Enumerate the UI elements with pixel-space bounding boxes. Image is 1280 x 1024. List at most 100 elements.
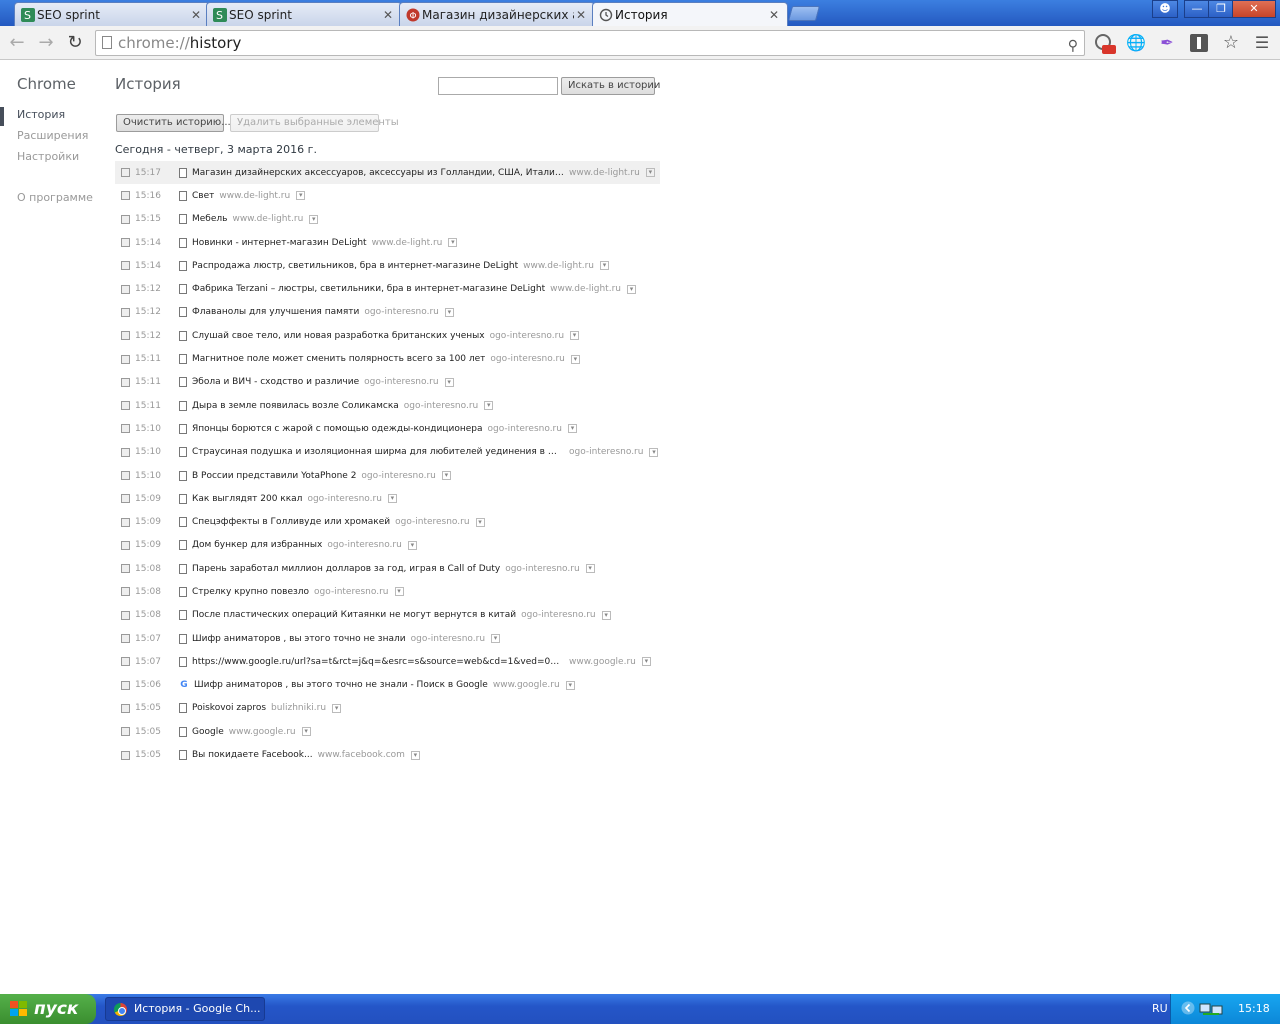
close-icon[interactable]: ✕: [381, 8, 395, 22]
feather-icon[interactable]: ✒: [1157, 33, 1177, 53]
entry-checkbox[interactable]: [121, 587, 130, 597]
entry-title-link[interactable]: Шифр аниматоров , вы этого точно не знал…: [192, 634, 406, 644]
entry-menu-icon[interactable]: ▾: [484, 401, 494, 411]
entry-checkbox[interactable]: [121, 564, 130, 574]
entry-menu-icon[interactable]: ▾: [599, 261, 609, 271]
entry-menu-icon[interactable]: ▾: [626, 284, 636, 294]
profile-icon[interactable]: ☻: [1152, 0, 1178, 18]
entry-checkbox[interactable]: [121, 447, 130, 457]
entry-checkbox[interactable]: [121, 261, 130, 271]
entry-title-link[interactable]: Дом бункер для избранных: [192, 540, 322, 550]
close-icon[interactable]: ✕: [574, 8, 588, 22]
entry-title-link[interactable]: Google: [192, 727, 224, 737]
entry-checkbox[interactable]: [121, 284, 130, 294]
entry-title-link[interactable]: Как выглядят 200 ккал: [192, 494, 302, 504]
entry-title-link[interactable]: Стрелку крупно повезло: [192, 587, 309, 597]
entry-checkbox[interactable]: [121, 307, 130, 317]
entry-checkbox[interactable]: [121, 354, 130, 364]
entry-title-link[interactable]: Свет: [192, 191, 214, 201]
sidebar-item-history[interactable]: История: [17, 108, 65, 121]
entry-title-link[interactable]: Шифр аниматоров , вы этого точно не знал…: [194, 680, 488, 690]
sidebar-item-extensions[interactable]: Расширения: [17, 129, 88, 142]
entry-menu-icon[interactable]: ▾: [649, 447, 659, 457]
entry-title-link[interactable]: https://www.google.ru/url?sa=t&rct=j&q=&…: [192, 657, 564, 667]
entry-checkbox[interactable]: [121, 494, 130, 504]
close-icon[interactable]: ✕: [189, 8, 203, 22]
entry-menu-icon[interactable]: ▾: [332, 703, 342, 713]
tab-delight[interactable]: Φ Магазин дизайнерских аксе ✕: [399, 2, 595, 26]
entry-menu-icon[interactable]: ▾: [565, 680, 575, 690]
entry-checkbox[interactable]: [121, 471, 130, 480]
entry-title-link[interactable]: Вы покидаете Facebook...: [192, 750, 313, 760]
entry-checkbox[interactable]: [121, 401, 130, 411]
address-bar[interactable]: chrome://history ⚲: [95, 30, 1085, 56]
entry-menu-icon[interactable]: ▾: [394, 587, 404, 597]
entry-title-link[interactable]: Спецэффекты в Голливуде или хромакей: [192, 517, 390, 527]
forward-icon[interactable]: →: [35, 32, 57, 54]
menu-icon[interactable]: ☰: [1252, 33, 1272, 53]
entry-title-link[interactable]: Слушай свое тело, или новая разработка б…: [192, 331, 485, 341]
entry-checkbox[interactable]: [121, 377, 130, 387]
reload-icon[interactable]: ↻: [64, 32, 86, 54]
entry-checkbox[interactable]: [121, 168, 130, 178]
tab-history[interactable]: История ✕: [592, 2, 788, 26]
entry-title-link[interactable]: Магнитное поле может сменить полярность …: [192, 354, 485, 364]
entry-menu-icon[interactable]: ▾: [585, 564, 595, 574]
entry-title-link[interactable]: Дыра в земле появилась возле Соликамска: [192, 401, 399, 411]
entry-checkbox[interactable]: [121, 191, 130, 201]
entry-checkbox[interactable]: [121, 634, 130, 644]
entry-title-link[interactable]: Флаванолы для улучшения памяти: [192, 307, 359, 317]
entry-menu-icon[interactable]: ▾: [309, 214, 319, 224]
entry-checkbox[interactable]: [121, 331, 130, 341]
language-indicator[interactable]: RU: [1152, 1002, 1168, 1015]
minimize-button[interactable]: —: [1184, 0, 1210, 18]
entry-menu-icon[interactable]: ▾: [387, 494, 397, 504]
entry-title-link[interactable]: Магазин дизайнерских аксессуаров, аксесс…: [192, 168, 564, 178]
entry-menu-icon[interactable]: ▾: [570, 354, 580, 364]
entry-checkbox[interactable]: [121, 680, 130, 690]
entry-menu-icon[interactable]: ▾: [441, 471, 451, 480]
entry-checkbox[interactable]: [121, 610, 130, 620]
entry-menu-icon[interactable]: ▾: [444, 307, 454, 317]
entry-menu-icon[interactable]: ▾: [410, 750, 420, 760]
zoom-icon[interactable]: ⚲: [1068, 34, 1078, 58]
entry-checkbox[interactable]: [121, 703, 130, 713]
entry-menu-icon[interactable]: ▾: [475, 517, 485, 527]
entry-menu-icon[interactable]: ▾: [645, 168, 655, 178]
entry-menu-icon[interactable]: ▾: [570, 331, 580, 341]
clear-history-button[interactable]: Очистить историю...: [116, 114, 231, 132]
entry-menu-icon[interactable]: ▾: [444, 377, 454, 387]
entry-checkbox[interactable]: [121, 424, 130, 434]
globe-icon[interactable]: 🌐: [1126, 33, 1146, 53]
entry-checkbox[interactable]: [121, 540, 130, 550]
entry-title-link[interactable]: Фабрика Terzani – люстры, светильники, б…: [192, 284, 545, 294]
tab-seo-sprint-2[interactable]: S SEO sprint ✕: [206, 2, 402, 26]
entry-menu-icon[interactable]: ▾: [601, 610, 611, 620]
sidebar-item-settings[interactable]: Настройки: [17, 150, 79, 163]
entry-title-link[interactable]: В России представили YotaPhone 2: [192, 471, 356, 481]
tray-expand-icon[interactable]: [1181, 1001, 1195, 1015]
entry-title-link[interactable]: Эбола и ВИЧ - сходство и различие: [192, 377, 359, 387]
timer-extension-icon[interactable]: [1094, 33, 1116, 54]
back-icon[interactable]: ←: [6, 32, 28, 54]
entry-menu-icon[interactable]: ▾: [491, 634, 501, 644]
reader-extension-icon[interactable]: [1189, 33, 1209, 53]
entry-checkbox[interactable]: [121, 727, 130, 737]
entry-title-link[interactable]: Парень заработал миллион долларов за год…: [192, 564, 500, 574]
window-close-button[interactable]: ✕: [1232, 0, 1276, 18]
entry-title-link[interactable]: Японцы борются с жарой с помощью одежды-…: [192, 424, 483, 434]
entry-title-link[interactable]: Новинки - интернет-магазин DeLight: [192, 238, 367, 248]
tab-seo-sprint-1[interactable]: S SEO sprint ✕: [14, 2, 210, 26]
entry-menu-icon[interactable]: ▾: [448, 238, 458, 248]
entry-title-link[interactable]: Мебель: [192, 214, 227, 224]
maximize-button[interactable]: ❐: [1208, 0, 1234, 18]
entry-checkbox[interactable]: [121, 214, 130, 224]
sidebar-item-about[interactable]: О программе: [17, 191, 93, 204]
entry-title-link[interactable]: После пластических операций Китаянки не …: [192, 610, 516, 620]
close-icon[interactable]: ✕: [767, 8, 781, 22]
entry-checkbox[interactable]: [121, 238, 130, 248]
entry-title-link[interactable]: Poiskovoi zapros: [192, 703, 266, 713]
entry-checkbox[interactable]: [121, 657, 130, 667]
network-icon[interactable]: [1199, 1001, 1225, 1017]
bookmark-star-icon[interactable]: ☆: [1221, 33, 1241, 53]
